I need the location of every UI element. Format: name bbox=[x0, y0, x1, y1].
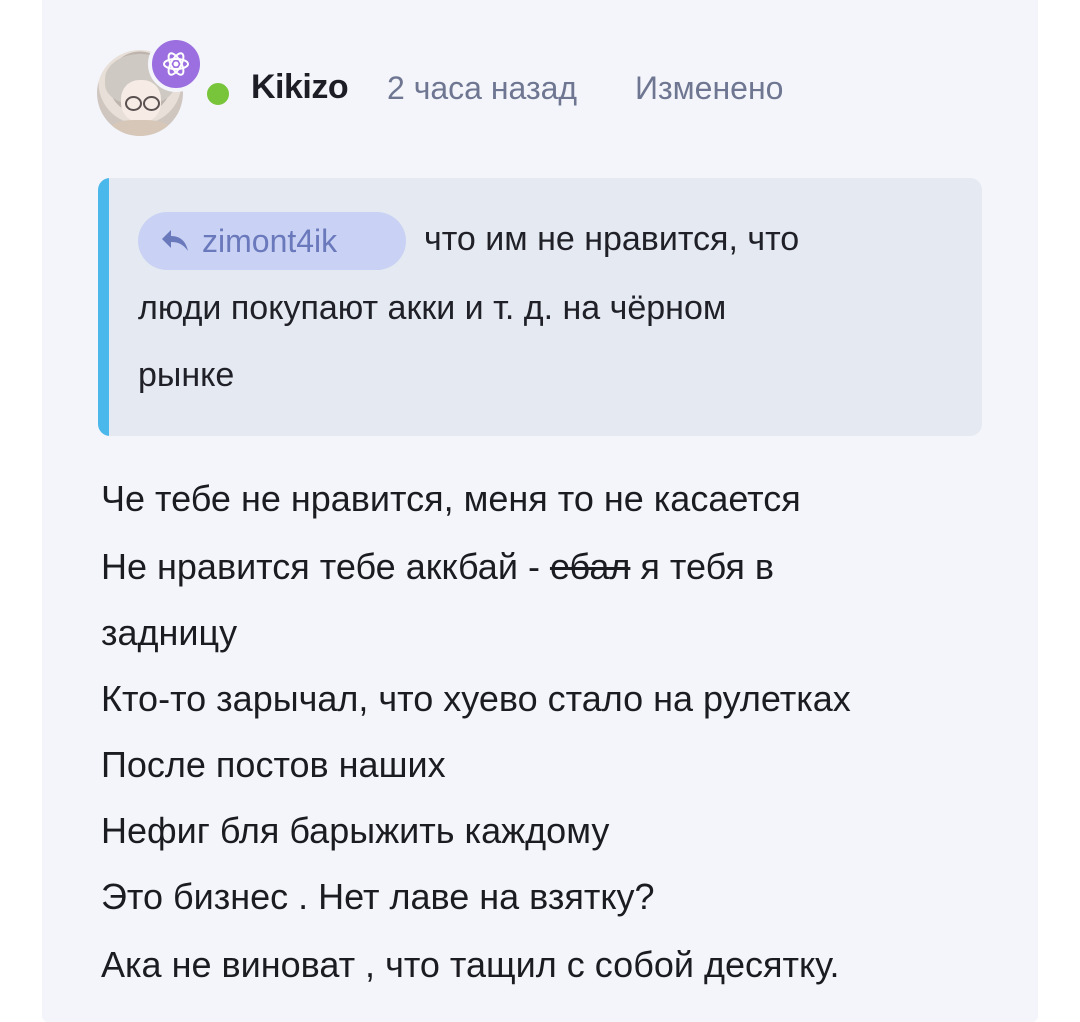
strikethrough-text: ебал bbox=[549, 546, 631, 587]
text-segment: Не нравится тебе аккбай - bbox=[101, 546, 550, 587]
quote-line: рынке bbox=[138, 356, 235, 394]
comment-text-line: Это бизнес . Нет лаве на взятку? bbox=[101, 876, 655, 917]
author-name[interactable]: Kikizo bbox=[251, 68, 349, 107]
edited-label: Изменено bbox=[635, 70, 784, 106]
comment-text-line: Нефиг бля барыжить каждому bbox=[101, 810, 610, 851]
text-segment: я тебя в bbox=[630, 546, 775, 587]
quote-line: люди покупают акки и т. д. на чёрном bbox=[138, 289, 727, 327]
comment-text-line: Че тебе не нравится, меня то не касается bbox=[101, 478, 801, 519]
reply-mention-chip[interactable]: zimont4ik bbox=[138, 212, 406, 270]
quote-line: что им не нравится, что bbox=[424, 220, 800, 258]
atom-icon bbox=[148, 36, 204, 92]
mention-username: zimont4ik bbox=[202, 222, 338, 259]
comment-text-line: После постов наших bbox=[101, 744, 446, 785]
comment-text-line: Не нравится тебе аккбай - ебал я тебя в bbox=[101, 546, 774, 588]
quote-bar bbox=[98, 178, 109, 436]
comment-text-line: задницу bbox=[101, 612, 238, 653]
timestamp[interactable]: 2 часа назад bbox=[387, 70, 577, 107]
comment-text-line: Ака не виноват , что тащил с собой десят… bbox=[101, 944, 840, 985]
reply-arrow-icon bbox=[162, 230, 188, 251]
comment-text-line: Кто-то зарычал, что хуево стало на рулет… bbox=[101, 678, 851, 719]
online-status-dot bbox=[203, 79, 233, 109]
